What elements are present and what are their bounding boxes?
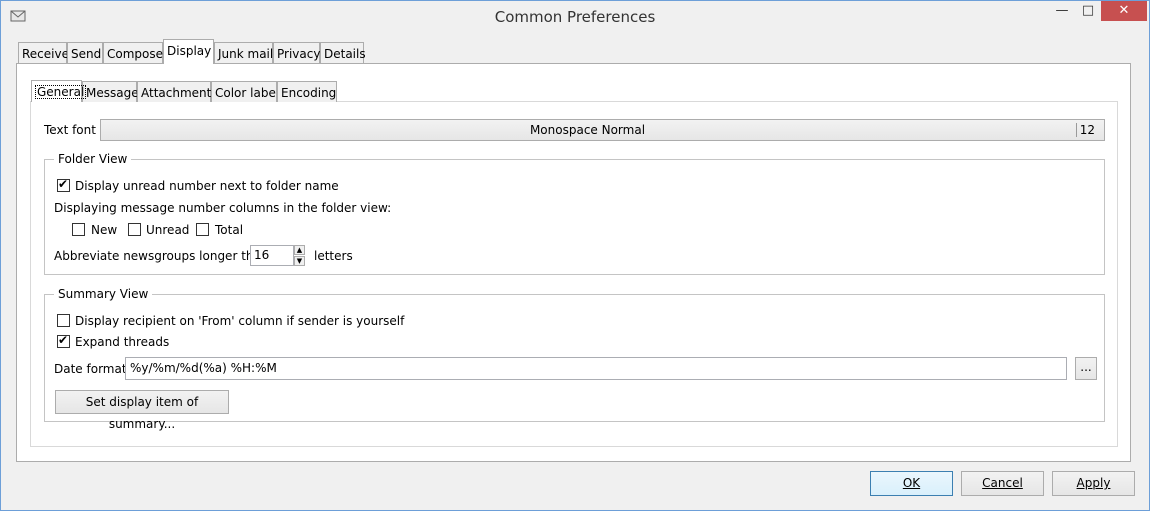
spin-up-icon[interactable]: ▲ <box>294 245 305 255</box>
expand-threads-label[interactable]: Expand threads <box>75 335 169 349</box>
folder-view-title: Folder View <box>54 152 132 166</box>
date-format-label: Date format <box>54 362 127 376</box>
column-total-label[interactable]: Total <box>215 223 243 237</box>
recipient-from-label[interactable]: Display recipient on 'From' column if se… <box>75 314 404 328</box>
cancel-button[interactable]: Cancel <box>961 471 1044 496</box>
date-format-browse-button[interactable]: ... <box>1075 357 1097 380</box>
column-new-label[interactable]: New <box>91 223 117 237</box>
font-size: 12 <box>1079 123 1095 137</box>
column-total-checkbox[interactable] <box>196 223 209 236</box>
tab-send[interactable]: Send <box>67 42 103 64</box>
tab-compose[interactable]: Compose <box>103 42 163 64</box>
column-new-checkbox[interactable] <box>72 223 85 236</box>
ok-button-label: OK <box>902 476 921 490</box>
column-unread-label[interactable]: Unread <box>146 223 189 237</box>
font-separator <box>1076 123 1077 137</box>
tab-color-label[interactable]: Color label <box>211 81 279 102</box>
apply-button-label: Apply <box>1076 476 1111 490</box>
column-unread-checkbox[interactable] <box>128 223 141 236</box>
unread-next-to-folder-checkbox[interactable] <box>57 177 70 192</box>
recipient-from-checkbox[interactable] <box>57 314 70 327</box>
minimize-button[interactable]: — <box>1049 1 1075 21</box>
font-name: Monospace Normal <box>529 123 646 137</box>
apply-button[interactable]: Apply <box>1052 471 1135 496</box>
tab-message[interactable]: Message <box>82 81 139 102</box>
abbreviate-length-input[interactable]: 16 <box>250 245 294 266</box>
cancel-button-label: Cancel <box>982 476 1023 490</box>
spin-down-icon[interactable]: ▼ <box>294 256 305 266</box>
summary-view-title: Summary View <box>54 287 153 301</box>
abbreviate-unit-label: letters <box>314 249 353 263</box>
close-button[interactable]: ✕ <box>1101 1 1147 21</box>
date-format-input[interactable]: %y/%m/%d(%a) %H:%M <box>125 357 1067 380</box>
window-title: Common Preferences <box>494 8 656 26</box>
abbreviate-label: Abbreviate newsgroups longer than <box>54 249 269 263</box>
maximize-button[interactable]: □ <box>1075 1 1101 21</box>
tab-display[interactable]: Display <box>163 39 214 64</box>
unread-next-to-folder-label[interactable]: Display unread number next to folder nam… <box>75 179 339 193</box>
tab-attachment[interactable]: Attachment <box>137 81 211 102</box>
tab-receive[interactable]: Receive <box>18 42 69 64</box>
text-font-label: Text font <box>44 123 96 137</box>
text-font-button[interactable]: Monospace Normal 12 <box>100 119 1105 141</box>
tab-details[interactable]: Details <box>320 42 366 64</box>
tab-encoding[interactable]: Encoding <box>277 81 337 102</box>
expand-threads-checkbox[interactable] <box>57 333 70 348</box>
tab-general-label: General <box>35 85 87 99</box>
tab-junk-mail[interactable]: Junk mail <box>214 42 273 64</box>
ok-button[interactable]: OK <box>870 471 953 496</box>
set-display-item-button[interactable]: Set display item of summary... <box>55 390 229 431</box>
title-bar: Common Preferences — □ ✕ <box>1 1 1149 32</box>
abbreviate-length-stepper[interactable]: ▲ ▼ <box>294 245 305 266</box>
tab-general[interactable]: General <box>31 80 87 102</box>
tab-privacy[interactable]: Privacy <box>273 42 320 64</box>
message-columns-label: Displaying message number columns in the… <box>54 201 392 215</box>
